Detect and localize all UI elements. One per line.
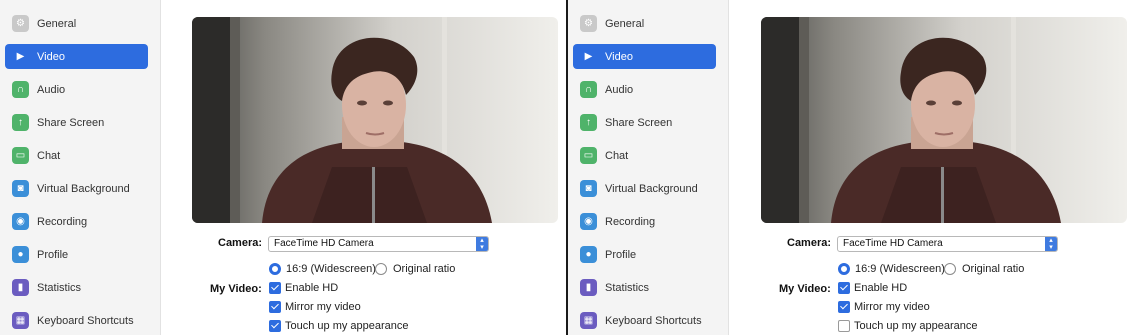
chat-icon: ▭	[580, 147, 597, 164]
keyboard-icon: ▦	[580, 312, 597, 329]
sidebar-item-statistics[interactable]: ▮ Statistics	[5, 275, 148, 300]
share-screen-icon: ↑	[580, 114, 597, 131]
sidebar-item-virtual-background[interactable]: ◙ Virtual Background	[5, 176, 148, 201]
profile-icon: ●	[580, 246, 597, 263]
widescreen-label: 16:9 (Widescreen)	[855, 263, 945, 275]
sidebar-item-label: Virtual Background	[605, 182, 698, 195]
sidebar-item-label: Share Screen	[37, 116, 105, 129]
sidebar-item-label: Audio	[37, 83, 66, 96]
widescreen-radio[interactable]	[269, 263, 281, 275]
my-video-label: My Video:	[210, 283, 262, 295]
gear-icon: ⚙	[12, 15, 29, 32]
sidebar-item-label: Audio	[605, 83, 634, 96]
sidebar-item-label: Virtual Background	[37, 182, 130, 195]
gear-icon: ⚙	[580, 15, 597, 32]
enable-hd-checkbox[interactable]	[838, 282, 850, 294]
sidebar-item-chat[interactable]: ▭ Chat	[573, 143, 716, 168]
sidebar-item-profile[interactable]: ● Profile	[573, 242, 716, 267]
sidebar-item-label: Chat	[605, 149, 629, 162]
video-camera-icon: ▶	[584, 51, 593, 62]
sidebar-item-label: Profile	[37, 248, 69, 261]
enable-hd-label: Enable HD	[285, 282, 339, 294]
sidebar-item-general[interactable]: ⚙ General	[5, 11, 148, 36]
my-video-label: My Video:	[779, 283, 831, 295]
enable-hd-checkbox[interactable]	[269, 282, 281, 294]
camera-label: Camera:	[787, 237, 832, 249]
profile-icon: ●	[12, 246, 29, 263]
camera-select-value: FaceTime HD Camera	[274, 238, 374, 249]
settings-window-left: ⚙ General ▶ Video ∩ Audio ↑ Share Screen ▭ Chat ◙ V…	[0, 0, 566, 335]
virtual-background-icon: ◙	[12, 180, 29, 197]
sidebar-item-video[interactable]: ▶ Video	[573, 44, 716, 69]
sidebar-item-label: General	[605, 17, 645, 30]
sidebar-item-virtual-background[interactable]: ◙ Virtual Background	[573, 176, 716, 201]
headphones-icon: ∩	[580, 81, 597, 98]
recording-icon: ◉	[580, 213, 597, 230]
video-camera-icon: ▶	[16, 51, 25, 62]
video-preview	[192, 17, 558, 223]
original-ratio-label: Original ratio	[962, 263, 1025, 275]
chat-icon: ▭	[12, 147, 29, 164]
sidebar-item-statistics[interactable]: ▮ Statistics	[573, 275, 716, 300]
headphones-icon: ∩	[12, 81, 29, 98]
sidebar-item-chat[interactable]: ▭ Chat	[5, 143, 148, 168]
original-ratio-radio[interactable]	[944, 263, 956, 275]
sidebar-item-label: Keyboard Shortcuts	[37, 314, 134, 327]
video-preview-image	[761, 17, 1127, 223]
sidebar-item-label: Profile	[605, 248, 637, 261]
sidebar-item-label: Recording	[605, 215, 656, 228]
sidebar-item-label: Share Screen	[605, 116, 673, 129]
sidebar-item-audio[interactable]: ∩ Audio	[5, 77, 148, 102]
statistics-icon: ▮	[12, 279, 29, 296]
sidebar-item-label: Video	[605, 50, 633, 63]
sidebar-item-video[interactable]: ▶ Video	[5, 44, 148, 69]
recording-icon: ◉	[12, 213, 29, 230]
sidebar-item-general[interactable]: ⚙ General	[573, 11, 716, 36]
sidebar-item-keyboard-shortcuts[interactable]: ▦ Keyboard Shortcuts	[573, 308, 716, 333]
sidebar-item-profile[interactable]: ● Profile	[5, 242, 148, 267]
chevron-updown-icon: ▴ ▾	[476, 237, 488, 251]
mirror-video-label: Mirror my video	[854, 301, 930, 313]
original-ratio-label: Original ratio	[393, 263, 456, 275]
sidebar-item-share-screen[interactable]: ↑ Share Screen	[573, 110, 716, 135]
sidebar-item-label: Statistics	[605, 281, 650, 294]
enable-hd-label: Enable HD	[854, 282, 908, 294]
sidebar-item-share-screen[interactable]: ↑ Share Screen	[5, 110, 148, 135]
settings-sidebar: ⚙ General ▶ Video ∩ Audio ↑ Share Screen ▭ Chat ◙ V…	[568, 0, 729, 335]
original-ratio-radio[interactable]	[375, 263, 387, 275]
sidebar-item-label: Statistics	[37, 281, 82, 294]
mirror-video-checkbox[interactable]	[838, 301, 850, 313]
sidebar-item-audio[interactable]: ∩ Audio	[573, 77, 716, 102]
video-preview-image	[192, 17, 558, 223]
touch-up-label: Touch up my appearance	[854, 320, 978, 332]
sidebar-item-keyboard-shortcuts[interactable]: ▦ Keyboard Shortcuts	[5, 308, 148, 333]
touch-up-label: Touch up my appearance	[285, 320, 409, 332]
chevron-updown-icon: ▴ ▾	[1045, 237, 1057, 251]
sidebar-item-label: Keyboard Shortcuts	[605, 314, 702, 327]
sidebar-item-recording[interactable]: ◉ Recording	[5, 209, 148, 234]
camera-select[interactable]: FaceTime HD Camera ▴ ▾	[837, 236, 1058, 252]
statistics-icon: ▮	[580, 279, 597, 296]
sidebar-item-label: Recording	[37, 215, 88, 228]
settings-sidebar: ⚙ General ▶ Video ∩ Audio ↑ Share Screen ▭ Chat ◙ V…	[0, 0, 161, 335]
video-preview	[761, 17, 1127, 223]
sidebar-item-label: Chat	[37, 149, 61, 162]
widescreen-radio[interactable]	[838, 263, 850, 275]
mirror-video-checkbox[interactable]	[269, 301, 281, 313]
sidebar-item-label: General	[37, 17, 77, 30]
sidebar-item-recording[interactable]: ◉ Recording	[573, 209, 716, 234]
share-screen-icon: ↑	[12, 114, 29, 131]
widescreen-label: 16:9 (Widescreen)	[286, 263, 376, 275]
touch-up-checkbox[interactable]	[838, 320, 850, 332]
keyboard-icon: ▦	[12, 312, 29, 329]
camera-select[interactable]: FaceTime HD Camera ▴ ▾	[268, 236, 489, 252]
camera-label: Camera:	[218, 237, 263, 249]
settings-window-right: ⚙ General ▶ Video ∩ Audio ↑ Share Screen ▭ Chat ◙ V…	[568, 0, 1136, 335]
mirror-video-label: Mirror my video	[285, 301, 361, 313]
touch-up-checkbox[interactable]	[269, 320, 281, 332]
camera-select-value: FaceTime HD Camera	[843, 238, 943, 249]
virtual-background-icon: ◙	[580, 180, 597, 197]
sidebar-item-label: Video	[37, 50, 65, 63]
